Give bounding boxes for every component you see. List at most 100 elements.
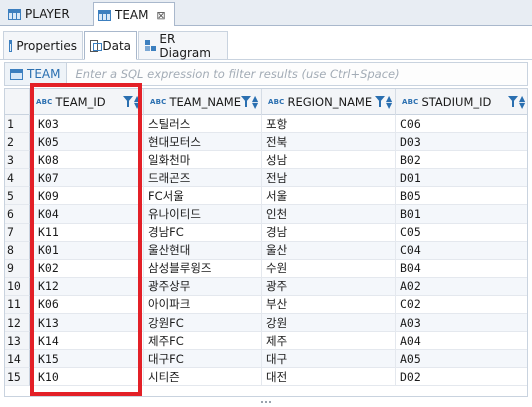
cell-stadium-id[interactable]: B02 <box>396 151 527 168</box>
filter-sort-icon[interactable]: ▲ ▼ <box>241 95 258 110</box>
cell-stadium-id[interactable]: A03 <box>396 314 527 331</box>
cell-region-name[interactable]: 대구 <box>262 350 396 368</box>
cell-stadium-id[interactable]: C02 <box>396 296 527 313</box>
table-row[interactable]: K08 일화천마 성남 B02 <box>30 151 527 170</box>
cell-region-name[interactable]: 전남 <box>262 169 396 187</box>
filter-sort-icon[interactable]: ▲ ▼ <box>508 95 525 110</box>
cell-region-name[interactable]: 성남 <box>262 151 396 169</box>
table-row[interactable]: K11 경남FC 경남 C05 <box>30 223 527 242</box>
cell-stadium-id[interactable]: A04 <box>396 332 527 349</box>
cell-team-name[interactable]: 현대모터스 <box>144 133 262 151</box>
cell-team-id[interactable]: K14 <box>30 332 144 350</box>
table-row[interactable]: K07 드래곤즈 전남 D01 <box>30 169 527 188</box>
row-number[interactable]: 11 <box>5 295 30 315</box>
table-row[interactable]: K15 대구FC 대구 A05 <box>30 350 527 369</box>
row-number[interactable]: 13 <box>5 332 30 351</box>
tab-er-diagram[interactable]: ER Diagram <box>138 31 228 60</box>
tab-player[interactable]: PLAYER <box>4 2 88 26</box>
cell-region-name[interactable]: 강원 <box>262 314 396 332</box>
cell-team-id[interactable]: K11 <box>30 223 144 241</box>
table-row[interactable]: K05 현대모터스 전북 D03 <box>30 133 527 152</box>
cell-team-name[interactable]: 울산현대 <box>144 241 262 259</box>
cell-region-name[interactable]: 전북 <box>262 133 396 151</box>
cell-stadium-id[interactable]: A05 <box>396 350 527 367</box>
tab-team[interactable]: TEAM ⊠ <box>93 2 175 27</box>
table-row[interactable]: K01 울산현대 울산 C04 <box>30 241 527 260</box>
column-header-region-name[interactable]: ABC REGION_NAME ▲ ▼ <box>262 89 396 115</box>
row-number[interactable]: 5 <box>5 187 30 206</box>
cell-region-name[interactable]: 수원 <box>262 259 396 277</box>
cell-stadium-id[interactable]: D02 <box>396 368 527 385</box>
table-row[interactable]: K10 시티즌 대전 D02 <box>30 368 527 387</box>
row-number[interactable]: 14 <box>5 350 30 369</box>
cell-team-id[interactable]: K02 <box>30 259 144 277</box>
table-row[interactable]: K12 광주상무 광주 A02 <box>30 277 527 296</box>
cell-team-id[interactable]: K12 <box>30 277 144 295</box>
cell-stadium-id[interactable]: B04 <box>396 260 527 277</box>
row-number[interactable]: 9 <box>5 259 30 278</box>
cell-team-name[interactable]: 삼성블루윙즈 <box>144 259 262 277</box>
column-header-team-name[interactable]: ABC TEAM_NAME ▲ ▼ <box>144 89 262 115</box>
cell-team-id[interactable]: K09 <box>30 187 144 205</box>
cell-region-name[interactable]: 대전 <box>262 368 396 386</box>
row-number[interactable]: 8 <box>5 241 30 260</box>
cell-team-id[interactable]: K03 <box>30 115 144 133</box>
cell-team-name[interactable]: 강원FC <box>144 314 262 332</box>
cell-team-name[interactable]: 일화천마 <box>144 151 262 169</box>
cell-stadium-id[interactable]: B01 <box>396 205 527 222</box>
row-number[interactable]: 3 <box>5 151 30 170</box>
row-number[interactable]: 1 <box>5 115 30 134</box>
cell-team-name[interactable]: 제주FC <box>144 332 262 350</box>
cell-stadium-id[interactable]: C04 <box>396 242 527 259</box>
cell-stadium-id[interactable]: D03 <box>396 133 527 150</box>
row-number[interactable]: 10 <box>5 277 30 296</box>
table-row[interactable]: K04 유나이티드 인천 B01 <box>30 205 527 224</box>
row-number[interactable]: 12 <box>5 314 30 333</box>
filter-table-button[interactable]: TEAM <box>5 63 68 85</box>
row-number[interactable]: 7 <box>5 223 30 242</box>
cell-stadium-id[interactable]: D01 <box>396 169 527 186</box>
table-row[interactable]: K06 아이파크 부산 C02 <box>30 295 527 315</box>
cell-region-name[interactable]: 인천 <box>262 205 396 223</box>
cell-team-name[interactable]: FC서울 <box>144 187 262 205</box>
cell-region-name[interactable]: 제주 <box>262 332 396 350</box>
column-header-stadium-id[interactable]: ABC STADIUM_ID ▲ ▼ <box>396 89 527 115</box>
tab-properties[interactable]: Properties <box>3 31 83 59</box>
cell-team-name[interactable]: 스틸러스 <box>144 115 262 133</box>
cell-team-name[interactable]: 대구FC <box>144 350 262 368</box>
cell-team-id[interactable]: K07 <box>30 169 144 187</box>
table-row[interactable]: K02 삼성블루윙즈 수원 B04 <box>30 259 527 278</box>
table-row[interactable]: K09 FC서울 서울 B05 <box>30 187 527 206</box>
cell-region-name[interactable]: 부산 <box>262 295 396 314</box>
cell-region-name[interactable]: 경남 <box>262 223 396 241</box>
row-number[interactable]: 15 <box>5 368 30 387</box>
cell-team-id[interactable]: K05 <box>30 133 144 151</box>
cell-team-id[interactable]: K10 <box>30 368 144 386</box>
cell-team-id[interactable]: K13 <box>30 314 144 332</box>
filter-sort-icon[interactable]: ▲ ▼ <box>375 95 392 110</box>
cell-stadium-id[interactable]: A02 <box>396 278 527 295</box>
cell-team-name[interactable]: 아이파크 <box>144 295 262 314</box>
cell-team-name[interactable]: 광주상무 <box>144 277 262 295</box>
filter-input[interactable] <box>67 67 488 81</box>
cell-stadium-id[interactable]: C06 <box>396 115 527 132</box>
cell-region-name[interactable]: 서울 <box>262 187 396 205</box>
table-row[interactable]: K13 강원FC 강원 A03 <box>30 314 527 333</box>
close-icon[interactable]: ⊠ <box>154 9 167 22</box>
cell-region-name[interactable]: 울산 <box>262 241 396 259</box>
row-number[interactable]: 4 <box>5 169 30 188</box>
cell-region-name[interactable]: 포항 <box>262 115 396 133</box>
cell-team-name[interactable]: 경남FC <box>144 223 262 241</box>
cell-region-name[interactable]: 광주 <box>262 277 396 295</box>
cell-stadium-id[interactable]: B05 <box>396 187 527 204</box>
cell-team-id[interactable]: K01 <box>30 241 144 259</box>
horizontal-scrollbar[interactable] <box>0 398 532 407</box>
row-number[interactable]: 2 <box>5 133 30 152</box>
table-row[interactable]: K03 스틸러스 포항 C06 <box>30 115 527 134</box>
cell-team-id[interactable]: K06 <box>30 295 144 314</box>
cell-team-id[interactable]: K15 <box>30 350 144 368</box>
row-number[interactable]: 6 <box>5 205 30 224</box>
tab-data[interactable]: Data <box>84 31 137 60</box>
cell-team-name[interactable]: 유나이티드 <box>144 205 262 223</box>
table-row[interactable]: K14 제주FC 제주 A04 <box>30 332 527 351</box>
